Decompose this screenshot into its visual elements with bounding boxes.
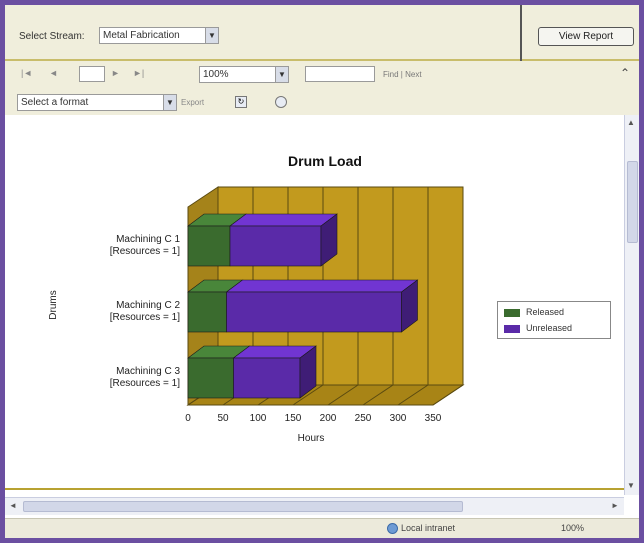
legend-swatch-unreleased: [504, 324, 520, 333]
x-tick-label: 200: [320, 413, 337, 424]
chart-title: Drum Load: [288, 153, 362, 169]
bar-unreleased: [226, 291, 402, 333]
x-axis-label: Hours: [298, 433, 325, 444]
status-zoom-label: 100%: [561, 523, 585, 533]
y-axis-label: Drums: [48, 290, 59, 319]
category-sublabel: [Resources = 1]: [110, 246, 181, 257]
legend-swatch-released: [504, 308, 520, 317]
x-tick-label: 50: [217, 413, 229, 424]
x-tick-label: 350: [425, 413, 442, 424]
legend-item-unreleased: Unreleased: [504, 323, 572, 333]
zone-label: Local intranet: [401, 523, 456, 533]
status-bar: Local intranet 100%: [5, 518, 639, 538]
scroll-up-icon[interactable]: ▲: [627, 118, 635, 127]
report-divider: [5, 488, 624, 490]
bar-released: [187, 357, 234, 399]
horizontal-scroll-thumb[interactable]: [23, 501, 463, 512]
x-tick-label: 0: [185, 413, 191, 424]
vertical-scroll-thumb[interactable]: [627, 161, 638, 243]
scroll-down-icon[interactable]: ▼: [627, 481, 635, 490]
bar-unreleased: [233, 357, 301, 399]
x-tick-label: 100: [250, 413, 267, 424]
x-tick-label: 250: [355, 413, 372, 424]
bar-unreleased: [229, 225, 322, 267]
drum-load-chart: 0 50 100 150 200 250 300 350Machining C 1[Resou…: [48, 153, 465, 444]
bar-top-unreleased: [225, 279, 419, 293]
category-label: Machining C 3: [116, 366, 180, 377]
chart-legend: Released Unreleased: [497, 301, 611, 339]
x-tick-label: 300: [390, 413, 407, 424]
bar-released: [187, 291, 227, 333]
category-label: Machining C 1: [116, 234, 180, 245]
horizontal-scrollbar[interactable]: ◄ ►: [5, 497, 624, 515]
category-sublabel: [Resources = 1]: [110, 378, 181, 389]
scroll-left-icon[interactable]: ◄: [9, 501, 17, 510]
scroll-right-icon[interactable]: ►: [611, 501, 619, 510]
category-label: Machining C 2: [116, 300, 180, 311]
bar-top-unreleased: [229, 213, 338, 227]
category-sublabel: [Resources = 1]: [110, 312, 181, 323]
bar-released: [187, 225, 231, 267]
vertical-scrollbar[interactable]: ▲ ▼: [624, 115, 639, 495]
legend-item-released: Released: [504, 307, 564, 317]
globe-icon: [387, 523, 398, 534]
x-tick-label: 150: [285, 413, 302, 424]
